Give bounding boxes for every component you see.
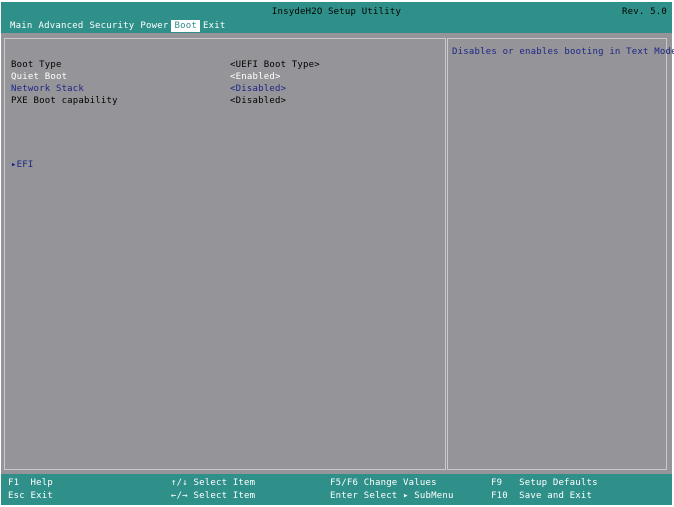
hint-key: ←/→ (171, 491, 188, 501)
help-panel: Disables or enables booting in Text Mode… (447, 38, 674, 470)
setting-label: Boot Type (11, 60, 62, 70)
hint-change-values: F5/F6 Change Values (330, 477, 437, 489)
hint-desc: Select Item (193, 478, 256, 488)
setting-label: PXE Boot capability (11, 96, 118, 106)
setting-value[interactable]: <UEFI Boot Type> (230, 59, 320, 71)
menu-bar: Main Advanced Security Power Boot Exit (7, 20, 228, 32)
hint-key: F10 (491, 491, 508, 501)
setting-pxe-boot[interactable]: PXE Boot capability <Disabled> (11, 95, 431, 107)
hint-select-item-horizontal: ←/→ Select Item (171, 490, 255, 502)
setting-boot-type[interactable]: Boot Type <UEFI Boot Type> (11, 59, 431, 71)
key-hints-bar: F1 Help Esc Exit ↑/↓ Select Item ←/→ Sel… (1, 474, 672, 505)
hint-save-exit: F10 Save and Exit (491, 490, 592, 502)
hint-key: Enter (330, 491, 359, 501)
setting-quiet-boot[interactable]: Quiet Boot <Enabled> (11, 71, 431, 83)
setting-value[interactable]: <Enabled> (230, 71, 281, 83)
menu-boot[interactable]: Boot (171, 20, 200, 32)
bios-screen: InsydeH2O Setup Utility Rev. 5.0 Main Ad… (1, 2, 674, 505)
hint-key: Esc (8, 491, 25, 501)
revision-label: Rev. 5.0 (622, 7, 667, 17)
hint-select-item-vertical: ↑/↓ Select Item (171, 477, 255, 489)
hint-desc: Select ▸ SubMenu (363, 491, 454, 501)
setting-label: Quiet Boot (11, 72, 68, 82)
hint-key: F5/F6 (330, 478, 359, 488)
efi-submenu-link[interactable]: ▸EFI (11, 160, 33, 170)
title-bar: InsydeH2O Setup Utility Rev. 5.0 Main Ad… (1, 2, 672, 33)
hint-key: F9 (491, 478, 503, 488)
menu-advanced[interactable]: Advanced (35, 20, 86, 32)
menu-power[interactable]: Power (137, 20, 171, 32)
hint-key: F1 (8, 478, 20, 488)
setting-network-stack[interactable]: Network Stack <Disabled> (11, 83, 431, 95)
menu-security[interactable]: Security (86, 20, 137, 32)
hint-exit: Esc Exit (8, 490, 53, 502)
setting-value[interactable]: <Disabled> (230, 83, 286, 95)
hint-desc: Setup Defaults (519, 478, 598, 488)
setting-label: Network Stack (11, 84, 85, 94)
hint-desc: Save and Exit (519, 491, 593, 501)
hint-help: F1 Help (8, 477, 53, 489)
hint-desc: Help (30, 478, 53, 488)
settings-panel: Boot Type <UEFI Boot Type> Quiet Boot <E… (4, 38, 446, 470)
hint-setup-defaults: F9 Setup Defaults (491, 477, 598, 489)
app-title: InsydeH2O Setup Utility (271, 7, 402, 17)
hint-desc: Change Values (363, 478, 437, 488)
hint-submenu: Enter Select ▸ SubMenu (330, 490, 454, 502)
menu-main[interactable]: Main (7, 20, 35, 32)
menu-exit[interactable]: Exit (200, 20, 228, 32)
hint-key: ↑/↓ (171, 478, 188, 488)
hint-desc: Exit (30, 491, 53, 501)
hint-desc: Select Item (193, 491, 256, 501)
help-text: Disables or enables booting in Text Mode… (452, 47, 674, 57)
setting-value[interactable]: <Disabled> (230, 95, 286, 107)
